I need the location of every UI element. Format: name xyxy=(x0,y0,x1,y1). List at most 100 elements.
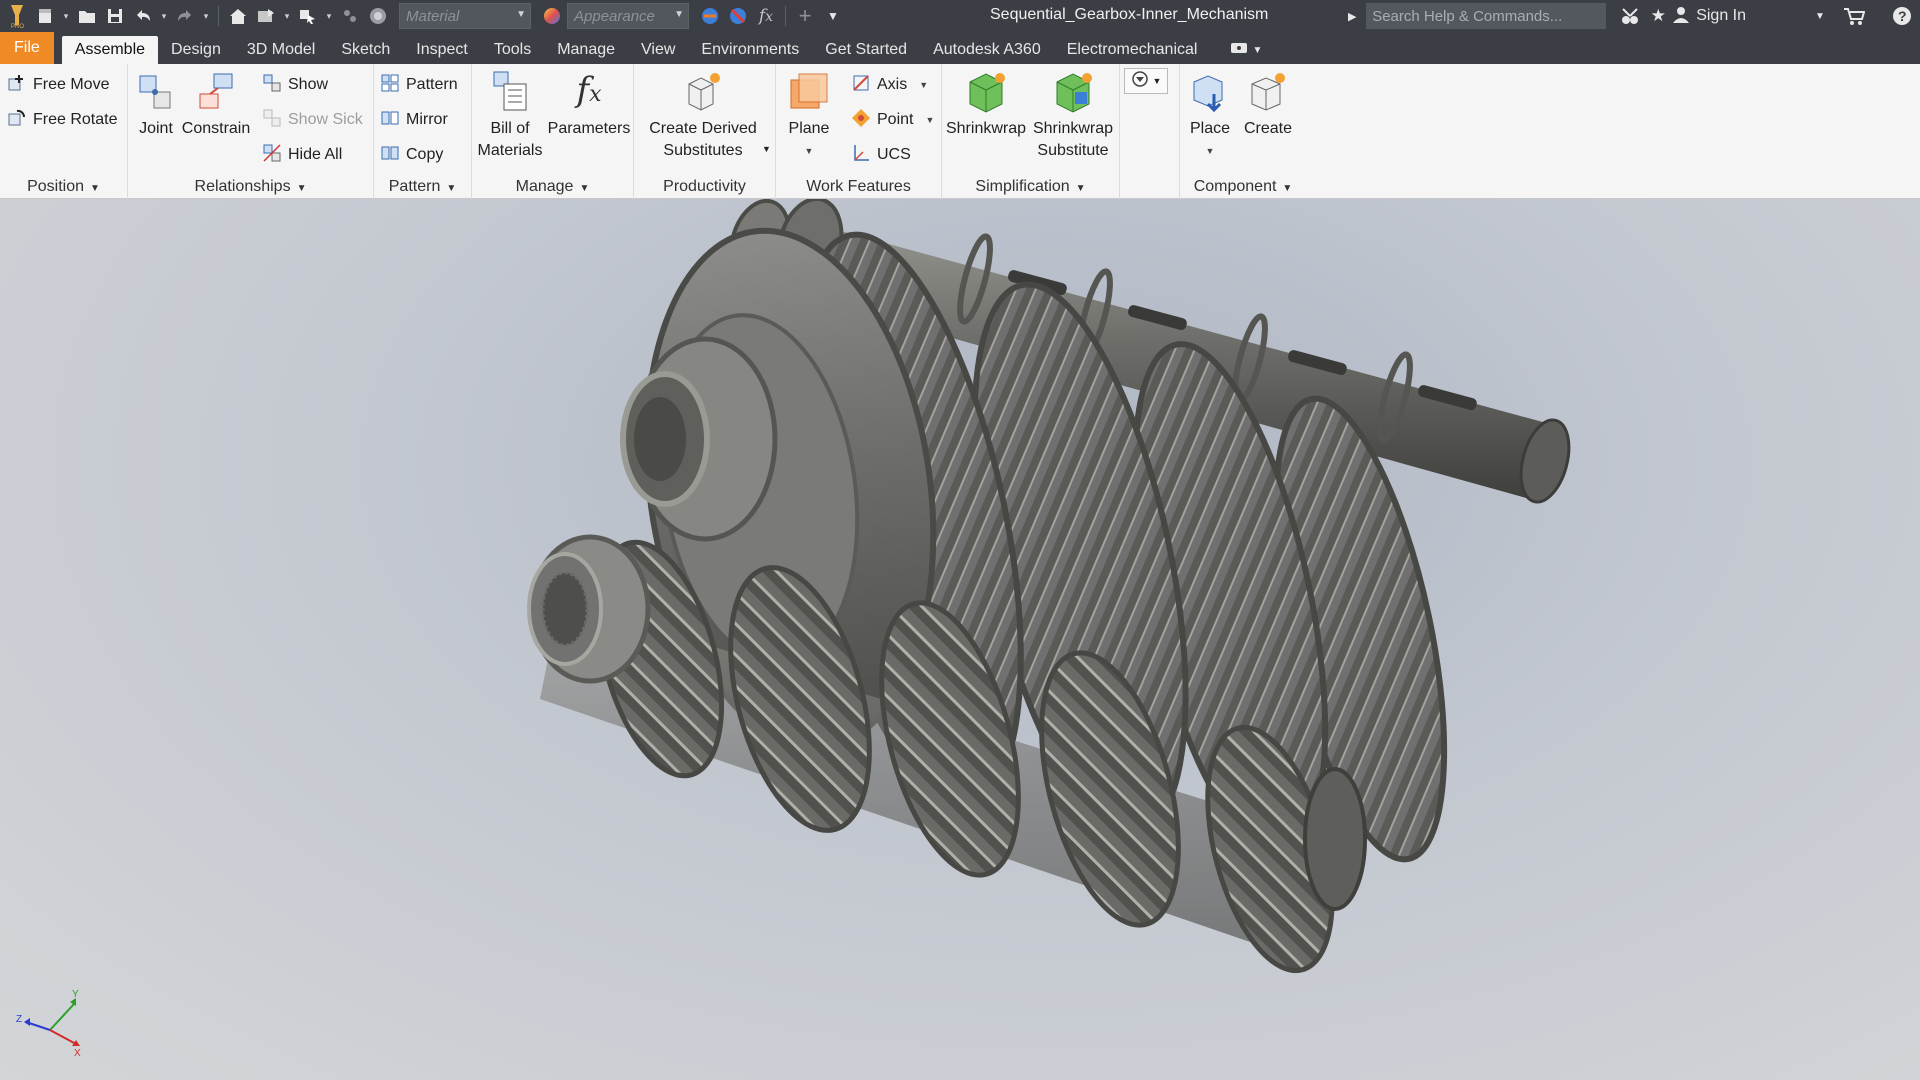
pattern-label: Pattern xyxy=(406,76,458,93)
new-file-icon[interactable] xyxy=(32,3,58,29)
ucs-button[interactable]: UCS xyxy=(851,142,911,168)
appearance-combo[interactable]: Appearance ▼ xyxy=(567,3,689,29)
tab-view[interactable]: View xyxy=(628,36,688,64)
adjust-appearance-icon[interactable] xyxy=(697,3,723,29)
hide-all-button[interactable]: Hide All xyxy=(262,142,342,168)
place-button[interactable]: Place ▼ xyxy=(1184,70,1236,162)
cart-icon[interactable] xyxy=(1840,2,1868,30)
shrinkwrap-button[interactable]: Shrinkwrap xyxy=(946,70,1026,140)
update-icon[interactable] xyxy=(253,3,279,29)
help-icon[interactable]: ? xyxy=(1888,2,1916,30)
update-dropdown-icon[interactable]: ▾ xyxy=(281,3,293,29)
open-folder-icon[interactable] xyxy=(74,3,100,29)
select-filter-icon[interactable] xyxy=(295,3,321,29)
tab-autodesk-a360[interactable]: Autodesk A360 xyxy=(920,36,1054,64)
shrinkwrap-substitute-button[interactable]: Shrinkwrap Substitute xyxy=(1030,70,1116,162)
plane-button[interactable]: Plane ▼ xyxy=(782,70,836,162)
show-sick-icon xyxy=(262,108,282,133)
shrinkwrap-label: Shrinkwrap xyxy=(945,120,1027,137)
copy-button[interactable]: Copy xyxy=(380,142,443,168)
home-icon[interactable] xyxy=(225,3,251,29)
point-icon xyxy=(851,108,871,133)
show-button[interactable]: Show xyxy=(262,72,328,98)
create-derived-substitutes-button[interactable]: Create Derived Substitutes xyxy=(638,70,768,162)
bill-of-materials-label-2: Materials xyxy=(477,142,543,159)
panel-gallery: ▼ xyxy=(1120,64,1180,199)
tab-tools[interactable]: Tools xyxy=(481,36,544,64)
position-panel-label[interactable]: Position ▼ xyxy=(0,178,127,196)
add-icon[interactable]: + xyxy=(792,3,818,29)
tab-sketch[interactable]: Sketch xyxy=(328,36,403,64)
star-icon[interactable]: ★ xyxy=(1644,2,1672,30)
constrain-button[interactable]: Constrain xyxy=(182,70,250,140)
parameters-button[interactable]: fx Parameters xyxy=(546,70,632,140)
joint-button[interactable]: Joint xyxy=(134,70,178,140)
redo-dropdown-icon[interactable]: ▾ xyxy=(200,3,212,29)
free-move-button[interactable]: Free Move xyxy=(7,72,109,98)
bill-of-materials-button[interactable]: Bill of Materials xyxy=(474,70,546,162)
free-rotate-button[interactable]: Free Rotate xyxy=(7,107,117,133)
new-dropdown-icon[interactable]: ▾ xyxy=(60,3,72,29)
parameters-label: Parameters xyxy=(547,120,631,137)
create-component-button[interactable]: Create xyxy=(1242,70,1294,140)
tab-manage[interactable]: Manage xyxy=(544,36,628,64)
clear-appearance-icon[interactable] xyxy=(725,3,751,29)
shrinkwrap-substitute-label-1: Shrinkwrap xyxy=(1032,120,1114,137)
tab-file[interactable]: File xyxy=(0,32,54,64)
create-derived-label-2: Substitutes xyxy=(663,142,743,159)
color-override-icon[interactable] xyxy=(365,3,391,29)
tab-environments[interactable]: Environments xyxy=(688,36,812,64)
ribbon-display-toggle[interactable]: ▼ xyxy=(1222,36,1270,64)
simplification-panel-label[interactable]: Simplification ▼ xyxy=(942,178,1119,196)
free-move-label: Free Move xyxy=(33,76,110,93)
tab-get-started[interactable]: Get Started xyxy=(812,36,920,64)
pattern-button[interactable]: Pattern xyxy=(380,72,458,98)
gallery-dropdown[interactable]: ▼ xyxy=(1124,68,1168,94)
redo-icon[interactable] xyxy=(172,3,198,29)
tab-electromechanical[interactable]: Electromechanical xyxy=(1054,36,1211,64)
manage-panel-label[interactable]: Manage ▼ xyxy=(472,178,633,196)
appearance-sphere-icon[interactable] xyxy=(539,3,565,29)
fx-icon[interactable]: fx xyxy=(753,3,779,29)
customize-dropdown-icon[interactable]: ▼ xyxy=(820,3,846,29)
ucs-icon xyxy=(851,143,871,168)
relationships-panel-label[interactable]: Relationships ▼ xyxy=(128,178,373,196)
view-triad[interactable]: Y X Z xyxy=(14,986,84,1059)
joint-icon xyxy=(134,70,178,114)
measure-icon[interactable] xyxy=(337,3,363,29)
tab-3d-model[interactable]: 3D Model xyxy=(234,36,328,64)
binoculars-icon[interactable] xyxy=(1616,2,1644,30)
save-icon[interactable] xyxy=(102,3,128,29)
tab-assemble[interactable]: Assemble xyxy=(61,36,159,64)
bill-of-materials-label-1: Bill of xyxy=(490,120,530,137)
sign-in-button[interactable]: Sign In xyxy=(1672,5,1746,28)
mirror-button[interactable]: Mirror xyxy=(380,107,448,133)
panel-pattern: Pattern Mirror Copy Pattern ▼ xyxy=(374,64,472,199)
chevron-down-icon: ▼ xyxy=(919,80,929,90)
point-button[interactable]: Point ▼ xyxy=(851,107,934,133)
undo-dropdown-icon[interactable]: ▾ xyxy=(158,3,170,29)
tab-design[interactable]: Design xyxy=(158,36,234,64)
panel-simplification: Shrinkwrap Shrinkwrap Substitute Simplif… xyxy=(942,64,1120,199)
select-dropdown-icon[interactable]: ▾ xyxy=(323,3,335,29)
search-input[interactable]: Search Help & Commands... xyxy=(1366,3,1607,29)
document-title: Sequential_Gearbox-Inner_Mechanism xyxy=(990,6,1269,23)
axis-label: Axis xyxy=(877,76,908,93)
derived-dropdown-icon[interactable]: ▼ xyxy=(762,144,771,154)
sign-in-dropdown-icon[interactable]: ▼ xyxy=(1806,2,1834,30)
show-sick-button[interactable]: Show Sick xyxy=(262,107,363,133)
derived-substitute-icon xyxy=(681,70,725,114)
tab-inspect[interactable]: Inspect xyxy=(403,36,481,64)
bill-of-materials-icon xyxy=(488,70,532,114)
point-label: Point xyxy=(877,111,914,128)
undo-icon[interactable] xyxy=(130,3,156,29)
gearbox-model[interactable] xyxy=(0,199,1920,1080)
graphics-viewport[interactable]: Y X Z xyxy=(0,199,1920,1080)
app-logo-icon[interactable]: PRO xyxy=(4,3,30,29)
chevron-right-icon[interactable]: ▶ xyxy=(1338,2,1366,30)
pattern-panel-label[interactable]: Pattern ▼ xyxy=(374,178,471,196)
axis-button[interactable]: Axis ▼ xyxy=(851,72,928,98)
component-panel-label[interactable]: Component ▼ xyxy=(1180,178,1306,196)
constrain-icon xyxy=(194,70,238,114)
material-combo[interactable]: Material ▼ xyxy=(399,3,531,29)
